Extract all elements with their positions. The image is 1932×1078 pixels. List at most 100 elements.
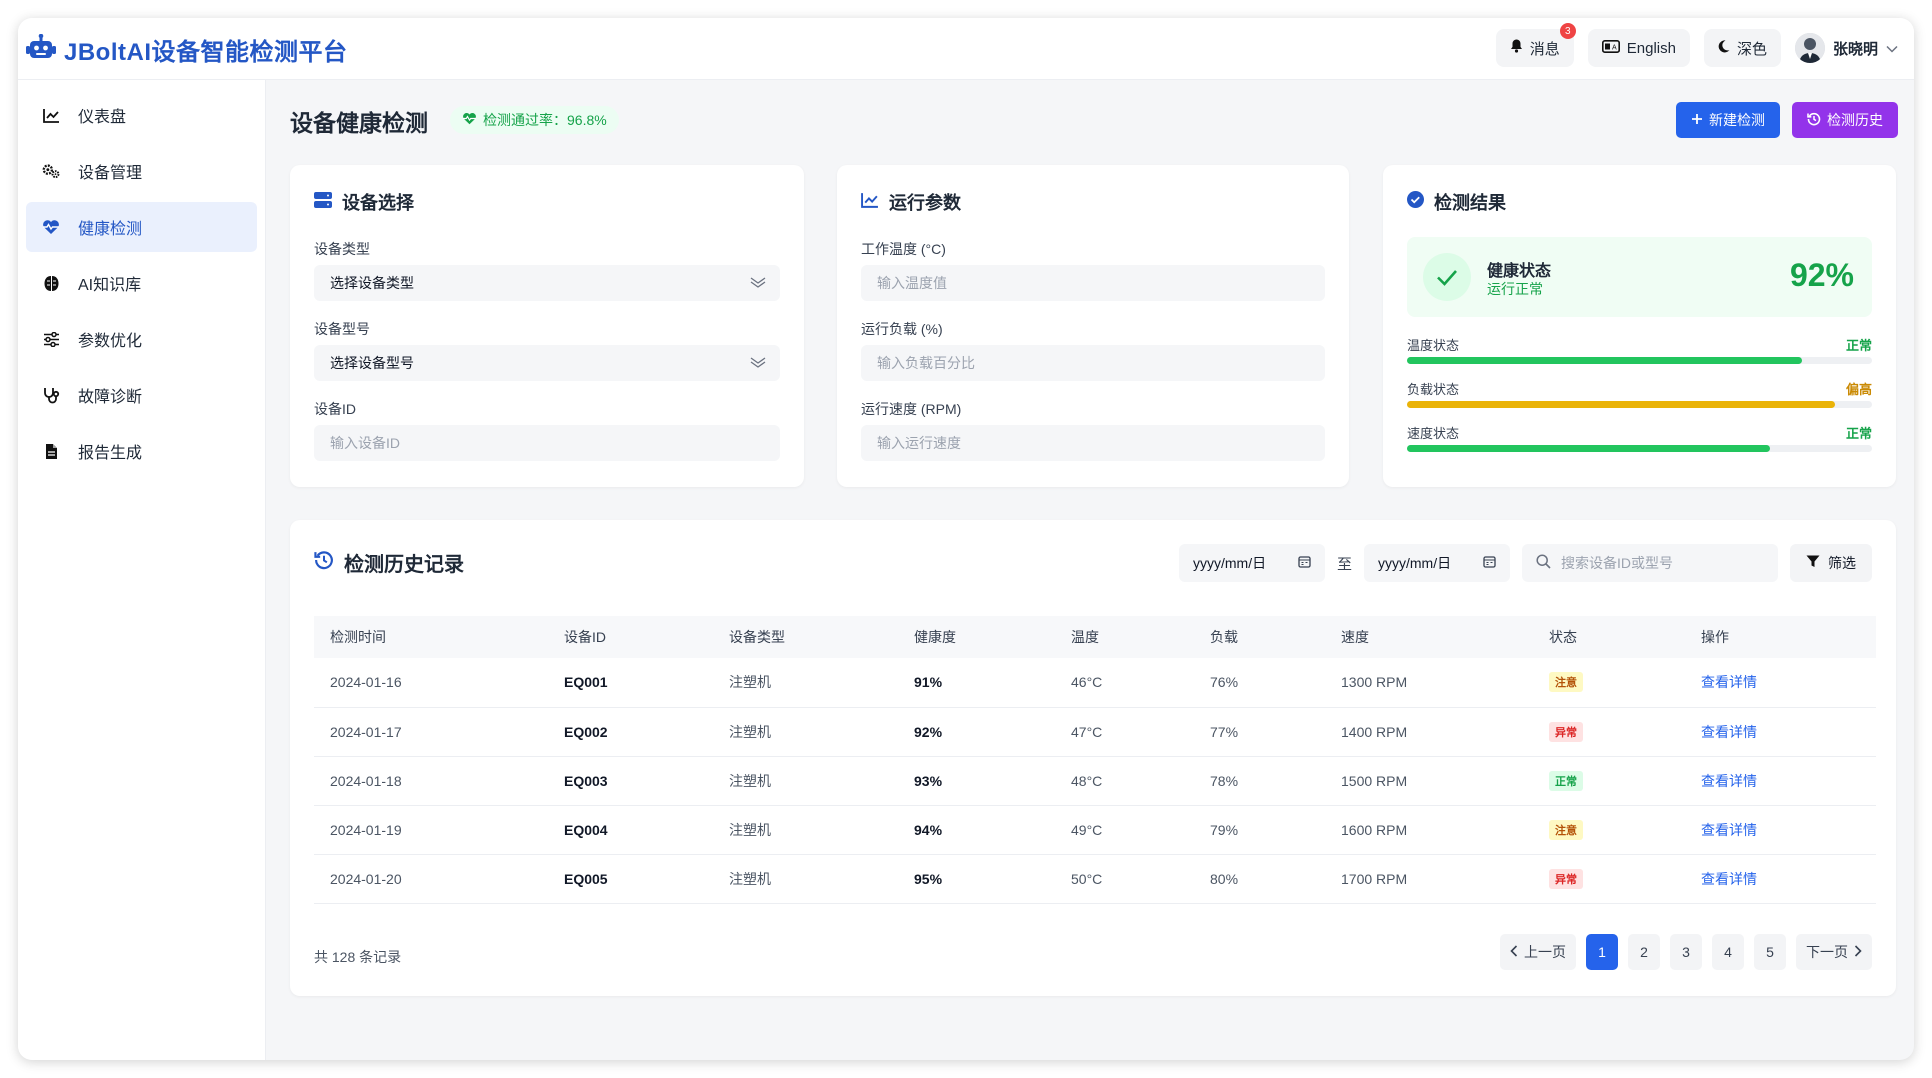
load-input[interactable]: 输入负载百分比 <box>861 345 1325 381</box>
top-bar: JBoltAI设备智能检测平台 消息 3 A English 深色 张晓明 <box>18 18 1914 80</box>
table-header-row: 检测时间 设备ID 设备类型 健康度 温度 负载 速度 状态 操作 <box>314 616 1876 658</box>
page-button[interactable]: 4 <box>1712 934 1744 970</box>
page-button[interactable]: 1 <box>1586 934 1618 970</box>
col-header-id: 设备ID <box>564 629 606 645</box>
language-button[interactable]: A English <box>1587 29 1690 67</box>
history-title-text: 检测历史记录 <box>344 554 464 576</box>
cell-device-id: EQ005 <box>564 870 608 887</box>
device-type-label: 设备类型 <box>314 241 370 257</box>
sidebar-item-diagnosis[interactable]: 故障诊断 <box>26 370 257 420</box>
device-model-select[interactable]: 选择设备型号 <box>314 345 780 381</box>
app-window: JBoltAI设备智能检测平台 消息 3 A English 深色 张晓明 仪表… <box>18 18 1914 1060</box>
card-title: 运行参数 <box>861 189 961 215</box>
date-to-input[interactable]: yyyy/mm/日 <box>1364 544 1510 582</box>
temp-input[interactable]: 输入温度值 <box>861 265 1325 301</box>
cell-device-type: 注塑机 <box>729 723 771 740</box>
status-badge: 注意 <box>1549 819 1583 840</box>
view-details-link[interactable]: 查看详情 <box>1701 674 1757 690</box>
pass-rate-text: 检测通过率：96.8% <box>483 112 607 128</box>
cell-status: 正常 <box>1533 756 1685 805</box>
speed-input[interactable]: 输入运行速度 <box>861 425 1325 461</box>
new-inspection-button[interactable]: 新建检测 <box>1676 102 1780 138</box>
col-header-health: 健康度 <box>914 629 956 645</box>
sidebar-item-health[interactable]: 健康检测 <box>26 202 257 252</box>
device-id-input[interactable]: 输入设备ID <box>314 425 780 461</box>
speed-placeholder: 输入运行速度 <box>877 435 961 451</box>
sidebar-item-dashboard[interactable]: 仪表盘 <box>26 90 257 140</box>
cell-time: 2024-01-17 <box>330 723 402 740</box>
cell-action: 查看详情 <box>1685 854 1876 903</box>
sidebar-item-devices[interactable]: 设备管理 <box>26 146 257 196</box>
page-header: 设备健康检测 检测通过率：96.8% 新建检测 检测历史 <box>290 80 1898 160</box>
user-menu[interactable]: 张晓明 <box>1794 33 1898 63</box>
load-label: 运行负载 (%) <box>861 321 943 337</box>
metric-bar <box>1407 401 1872 408</box>
total-records: 共 128 条记录 <box>314 949 402 965</box>
history-search-input[interactable]: 搜索设备ID或型号 <box>1522 544 1778 582</box>
sliders-icon <box>42 330 60 348</box>
filter-label: 筛选 <box>1828 555 1856 571</box>
sidebar-item-reports[interactable]: 报告生成 <box>26 426 257 476</box>
cell-time: 2024-01-19 <box>330 821 402 838</box>
cell-device-type: 注塑机 <box>729 821 771 838</box>
cell-time: 2024-01-18 <box>330 772 402 789</box>
device-id-placeholder: 输入设备ID <box>330 435 400 451</box>
view-details-link[interactable]: 查看详情 <box>1701 724 1757 740</box>
page-button[interactable]: 3 <box>1670 934 1702 970</box>
sidebar-item-optimize[interactable]: 参数优化 <box>26 314 257 364</box>
chart-line-icon <box>42 106 60 124</box>
chevron-down-icon <box>750 356 766 373</box>
messages-badge: 3 <box>1559 23 1576 39</box>
messages-button[interactable]: 消息 3 <box>1495 23 1576 67</box>
metric-label: 负载状态 <box>1407 382 1460 397</box>
brand[interactable]: JBoltAI设备智能检测平台 <box>26 32 348 67</box>
calendar-icon <box>1483 555 1496 571</box>
history-table-body: 2024-01-16 EQ001 注塑机 91% 46°C 76% 1300 RPM 注意 查看… <box>314 658 1876 903</box>
metric-bar-fill <box>1407 445 1770 452</box>
cell-device-id: EQ001 <box>564 674 608 691</box>
prev-page-button[interactable]: 上一页 <box>1500 934 1576 970</box>
cell-temp: 46°C <box>1071 674 1103 691</box>
table-row: 2024-01-17 EQ002 注塑机 92% 47°C 77% 1400 RPM 异常 查看… <box>314 707 1876 756</box>
metric-bar-fill <box>1407 401 1835 408</box>
cell-device-type: 注塑机 <box>729 870 771 887</box>
cell-load: 76% <box>1210 674 1239 691</box>
view-details-link[interactable]: 查看详情 <box>1701 822 1757 838</box>
new-inspection-label: 新建检测 <box>1709 112 1765 128</box>
filter-icon <box>1806 555 1820 571</box>
brain-icon <box>42 274 60 292</box>
page-button[interactable]: 2 <box>1628 934 1660 970</box>
metric-label: 速度状态 <box>1407 426 1460 441</box>
moon-icon <box>1718 39 1730 57</box>
stethoscope-icon <box>42 386 60 404</box>
user-name: 张晓明 <box>1832 40 1878 58</box>
plus-icon <box>1691 112 1703 128</box>
filter-button[interactable]: 筛选 <box>1790 544 1872 582</box>
cell-load: 78% <box>1210 772 1239 789</box>
sidebar-item-label: 故障诊断 <box>78 389 143 406</box>
cell-action: 查看详情 <box>1685 805 1876 854</box>
next-page-button[interactable]: 下一页 <box>1796 934 1872 970</box>
cell-temp: 48°C <box>1071 772 1103 789</box>
device-type-select[interactable]: 选择设备类型 <box>314 265 780 301</box>
cell-health: 93% <box>914 772 943 789</box>
metric-value: 偏高 <box>1845 382 1872 397</box>
speed-label: 运行速度 (RPM) <box>861 401 962 417</box>
language-icon: A <box>1601 39 1620 57</box>
cell-action: 查看详情 <box>1685 707 1876 756</box>
view-details-link[interactable]: 查看详情 <box>1701 871 1757 887</box>
date-range-to: 至 <box>1336 555 1352 573</box>
date-from-input[interactable]: yyyy/mm/日 <box>1178 544 1325 582</box>
pagination: 上一页 12345 下一页 <box>1500 934 1872 970</box>
inspection-history-button[interactable]: 检测历史 <box>1792 102 1898 138</box>
search-placeholder: 搜索设备ID或型号 <box>1561 555 1673 571</box>
theme-toggle[interactable]: 深色 <box>1703 29 1781 67</box>
params-title: 运行参数 <box>889 193 961 213</box>
sidebar-item-knowledge[interactable]: AI知识库 <box>26 258 257 308</box>
sidebar-item-label: 健康检测 <box>78 221 143 238</box>
col-header-speed: 速度 <box>1341 629 1369 645</box>
page-button[interactable]: 5 <box>1754 934 1786 970</box>
cell-temp: 49°C <box>1071 821 1103 838</box>
view-details-link[interactable]: 查看详情 <box>1701 773 1757 789</box>
metric-label: 温度状态 <box>1407 338 1460 353</box>
